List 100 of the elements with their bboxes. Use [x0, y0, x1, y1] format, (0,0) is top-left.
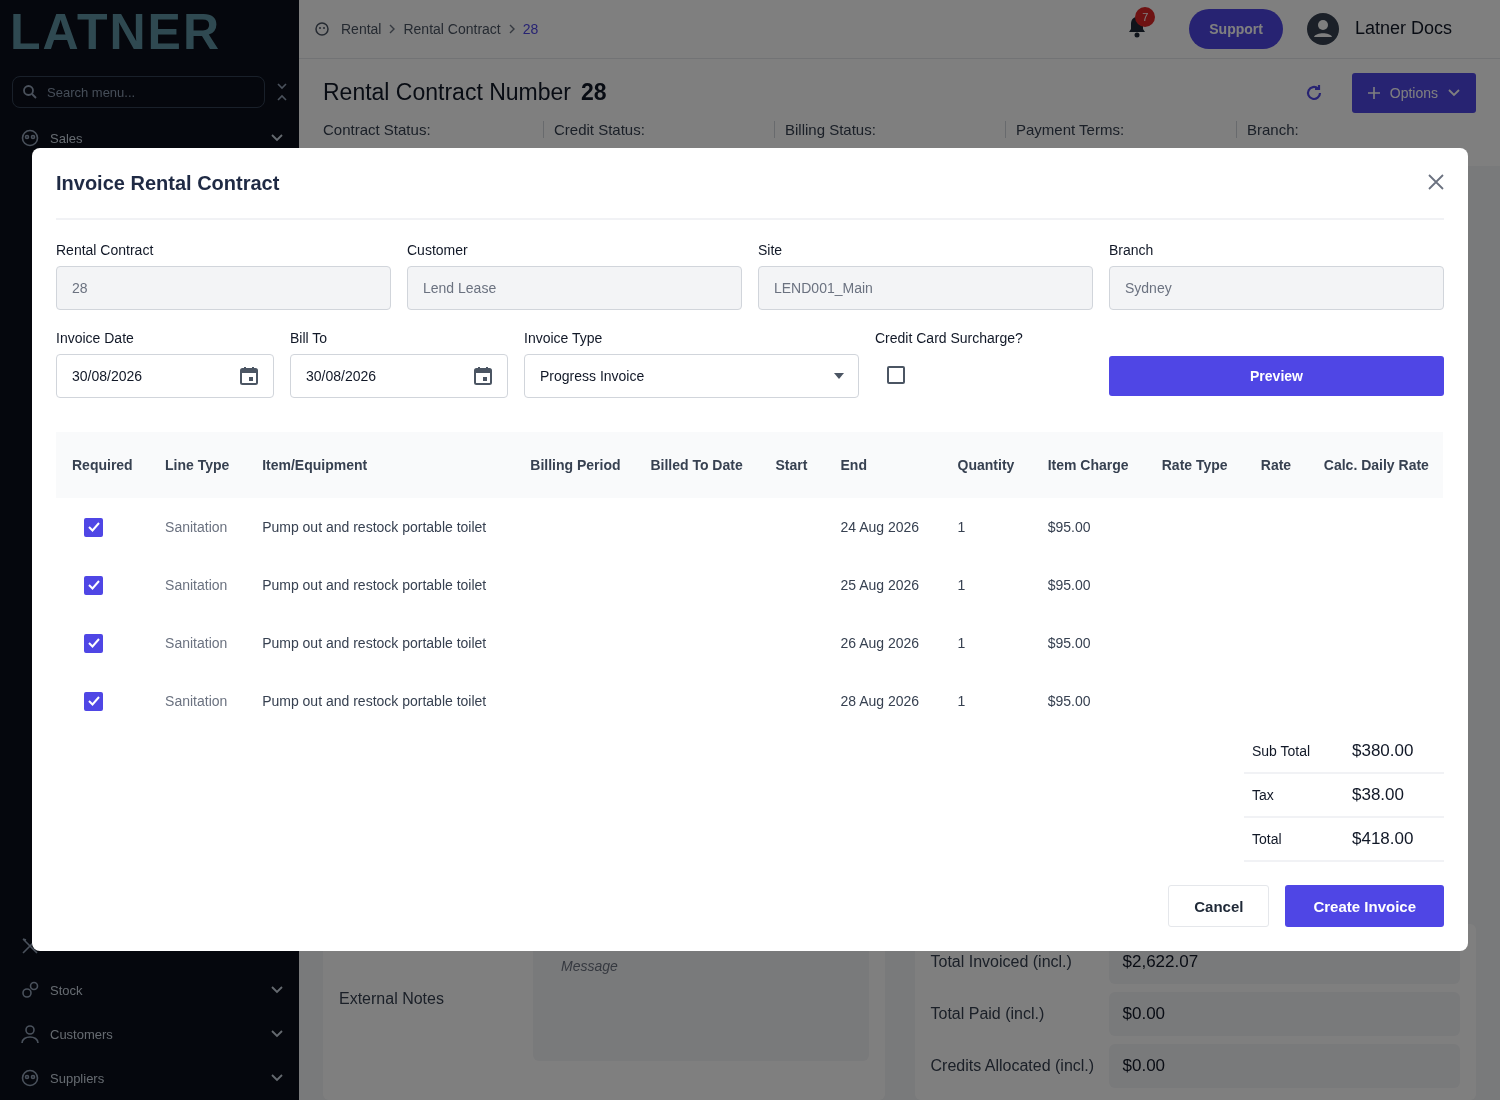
breadcrumb-link[interactable]: 28	[522, 20, 539, 37]
table-cell: $95.00	[1047, 577, 1091, 593]
check-icon	[87, 638, 100, 648]
menu-item[interactable]: Suppliers	[0, 1056, 299, 1100]
column-header: Item/Equipment	[246, 432, 515, 498]
total-label: Total Paid (incl.)	[930, 1005, 1046, 1023]
chevron-down-icon	[1448, 88, 1460, 97]
table-cell: 28 Aug 2026	[840, 693, 920, 709]
table-cell: 1	[957, 577, 966, 593]
column-header: End	[824, 432, 942, 498]
table-cell: Sanitation	[165, 693, 228, 709]
dialog-title: Invoice Rental Contract	[56, 171, 280, 195]
total-label: Total Invoiced (incl.)	[930, 953, 1073, 971]
check-icon	[87, 580, 100, 590]
dropdown[interactable]: Progress Invoice	[524, 354, 859, 398]
table-cell: Pump out and restock portable toilet	[262, 519, 487, 535]
field-label: Rental Contract	[56, 242, 155, 260]
status-label: Credit Status:	[543, 120, 774, 138]
user-icon	[20, 1024, 40, 1044]
chevron-down-icon	[271, 134, 283, 142]
check-icon	[87, 696, 100, 706]
checkbox[interactable]	[84, 575, 103, 595]
total-value: $418.00	[1352, 829, 1414, 849]
table-cell: 26 Aug 2026	[840, 635, 920, 651]
table-cell: Pump out and restock portable toilet	[262, 577, 487, 593]
checkbox[interactable]	[84, 691, 103, 711]
menu-item[interactable]: Sales	[0, 116, 299, 160]
menu-item[interactable]: Customers	[0, 1012, 299, 1056]
table-cell: Sanitation	[165, 635, 228, 651]
chevron-right-icon	[389, 23, 396, 34]
table-cell: 1	[957, 519, 966, 535]
table-cell: $95.00	[1047, 693, 1091, 709]
checkbox[interactable]	[84, 633, 103, 653]
cancel-button[interactable]: Cancel	[1168, 885, 1270, 927]
column-header: Rate	[1244, 432, 1308, 498]
column-header: Line Type	[149, 432, 247, 498]
checkbox[interactable]	[84, 517, 103, 537]
search-icon	[23, 85, 37, 99]
field-label: Bill To	[290, 330, 329, 348]
status-label: Billing Status:	[774, 120, 1005, 138]
chevron-down-icon	[271, 986, 283, 994]
table-cell: Pump out and restock portable toilet	[262, 693, 487, 709]
total-value: $0.00	[1108, 992, 1460, 1036]
chevron-down-icon	[271, 1030, 283, 1038]
preview-button[interactable]: Preview	[1109, 356, 1444, 396]
table-cell: 24 Aug 2026	[840, 519, 920, 535]
notes-label: External Notes	[339, 989, 445, 1008]
total-label: Credits Allocated (incl.)	[930, 1057, 1096, 1075]
notification-badge: 7	[1135, 6, 1156, 27]
plus-icon	[1367, 86, 1380, 99]
create-invoice-button[interactable]: Create Invoice	[1285, 885, 1444, 927]
chevron-down-icon	[271, 1074, 283, 1082]
breadcrumb-link[interactable]: Rental	[341, 20, 382, 37]
total-label: Tax	[1252, 787, 1275, 803]
total-value: $38.00	[1352, 785, 1404, 805]
table-cell: Sanitation	[165, 577, 228, 593]
face-icon	[20, 1068, 40, 1088]
options-button[interactable]: Options	[1351, 72, 1476, 113]
search-field[interactable]: Search menu...	[12, 76, 265, 108]
page-title: Rental Contract Number	[323, 79, 571, 107]
field-label: Site	[758, 242, 784, 260]
column-header: Required	[56, 432, 150, 498]
total-label: Sub Total	[1252, 743, 1312, 759]
avatar-icon[interactable]	[1306, 12, 1339, 45]
date-field[interactable]: 30/08/2026	[290, 354, 508, 398]
column-header: Rate Type	[1145, 432, 1245, 498]
total-value: $380.00	[1352, 741, 1414, 761]
table-cell: 25 Aug 2026	[840, 577, 920, 593]
face-icon	[315, 21, 329, 36]
field-label: Customer	[407, 242, 469, 260]
status-label: Contract Status:	[323, 120, 432, 138]
total-value: $0.00	[1108, 1044, 1460, 1088]
breadcrumb-link[interactable]: Rental Contract	[403, 20, 501, 37]
table-cell: 1	[957, 693, 966, 709]
contract-number: 28	[581, 79, 607, 107]
column-header: Calc. Daily Rate	[1307, 432, 1443, 498]
calendar-icon[interactable]	[473, 366, 493, 386]
column-header: Billing Period	[514, 432, 635, 498]
chevron-right-icon	[508, 23, 515, 34]
status-label: Payment Terms:	[1005, 120, 1236, 138]
table-cell: Sanitation	[165, 519, 228, 535]
field-label: Credit Card Surcharge?	[875, 330, 1024, 348]
check-icon	[87, 522, 100, 532]
menu-item[interactable]: Stock	[0, 968, 299, 1012]
table-cell: 1	[957, 635, 966, 651]
collapse-icon[interactable]	[277, 83, 287, 101]
date-field[interactable]: 30/08/2026	[56, 354, 274, 398]
caret-icon	[834, 373, 844, 379]
column-header: Start	[759, 432, 825, 498]
checkbox[interactable]	[887, 366, 905, 384]
column-header: Quantity	[941, 432, 1032, 498]
field-label: Invoice Date	[56, 330, 135, 348]
table-cell: Pump out and restock portable toilet	[262, 635, 487, 651]
support-button[interactable]: Support	[1189, 8, 1283, 49]
user-name[interactable]: Latner Docs	[1354, 18, 1452, 40]
table-cell: $95.00	[1047, 519, 1091, 535]
logo: LATNER	[9, 3, 223, 62]
table-cell: $95.00	[1047, 635, 1091, 651]
calendar-icon[interactable]	[239, 366, 259, 386]
column-header: Billed To Date	[634, 432, 760, 498]
